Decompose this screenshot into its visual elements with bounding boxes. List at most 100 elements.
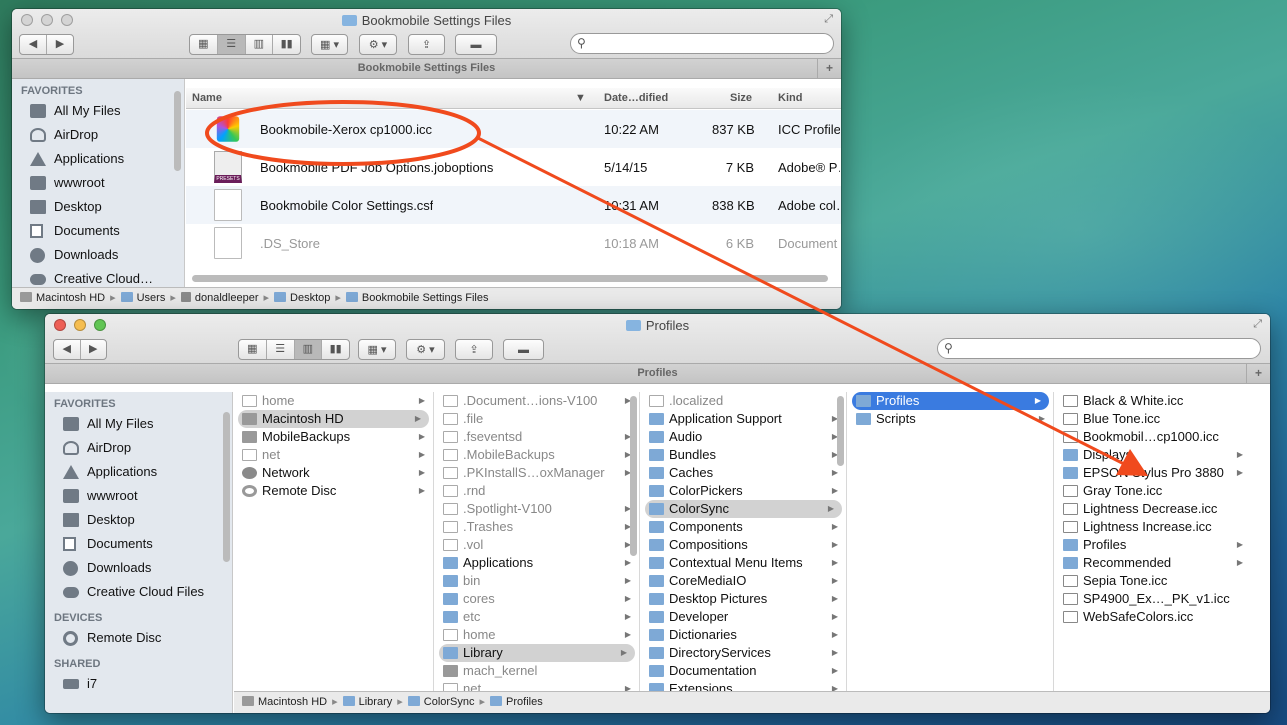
browser-item[interactable]: MobileBackups ▶ [234,428,433,446]
arrange-button[interactable]: ▦ ▾ [311,34,348,55]
coverflow-view-icon[interactable]: ▮▮ [273,35,300,54]
file-row[interactable]: PRESETS Bookmobile PDF Job Options.jobopt… [186,148,841,186]
browser-item[interactable]: CoreMediaIO ▶ [641,572,846,590]
path-segment[interactable]: donaldleeper [180,288,259,309]
new-tab-button[interactable]: + [817,59,841,78]
sidebar-item-airdrop[interactable]: AirDrop [12,123,184,147]
column-view-icon[interactable]: ▥ [246,35,274,54]
browser-item[interactable]: Library ▶ [439,644,635,662]
browser-item[interactable]: Desktop Pictures ▶ [641,590,846,608]
browser-item[interactable]: .fseventsd ▶ [435,428,639,446]
browser-item[interactable]: Macintosh HD ▶ [238,410,429,428]
browser-item[interactable]: Audio ▶ [641,428,846,446]
browser-item[interactable]: Bookmobil…cp1000.icc [1055,428,1251,446]
browser-item[interactable]: Extensions ▶ [641,680,846,691]
path-segment[interactable]: Library [342,692,392,713]
browser-item[interactable]: .Spotlight-V100 ▶ [435,500,639,518]
back-icon[interactable]: ◀ [20,35,47,54]
browser-item[interactable]: Developer ▶ [641,608,846,626]
sidebar-item-documents[interactable]: Documents [45,532,232,556]
browser-item[interactable]: home ▶ [435,626,639,644]
browser-item[interactable]: EPSON Stylus Pro 3880 ▶ [1055,464,1251,482]
browser-item[interactable]: Components ▶ [641,518,846,536]
column-header-kind[interactable]: Kind [778,92,802,104]
browser-item[interactable]: Remote Disc ▶ [234,482,433,500]
sidebar-item-wwwroot[interactable]: wwwroot [12,171,184,195]
column-header-date[interactable]: Date…dified [604,92,668,104]
sidebar-item-desktop[interactable]: Desktop [12,195,184,219]
icon-view-icon[interactable]: ▦ [190,35,218,54]
browser-item[interactable]: .localized [641,392,846,410]
sidebar-scrollbar[interactable] [174,91,181,171]
path-segment[interactable]: Macintosh HD [242,692,327,713]
action-button[interactable]: ⚙ ▾ [359,34,397,55]
forward-icon[interactable]: ▶ [81,340,107,359]
browser-item[interactable]: mach_kernel [435,662,639,680]
browser-item[interactable]: Profiles ▶ [852,392,1049,410]
browser-item[interactable]: bin ▶ [435,572,639,590]
search-input[interactable]: ⚲ [570,33,834,54]
sidebar-item-i7[interactable]: i7 [45,672,232,696]
browser-item[interactable]: .rnd [435,482,639,500]
browser-item[interactable]: Black & White.icc [1055,392,1251,410]
browser-item[interactable]: Compositions ▶ [641,536,846,554]
path-segment[interactable]: Users [120,288,165,309]
sidebar-item-downloads[interactable]: Downloads [12,243,184,267]
column-view-icon[interactable]: ▥ [294,340,323,359]
browser-item[interactable]: .vol ▶ [435,536,639,554]
fullscreen-icon[interactable]: ⤢ [1253,318,1262,331]
arrange-button[interactable]: ▦ ▾ [358,339,396,360]
browser-item[interactable]: .Document…ions-V100 ▶ [435,392,639,410]
file-row[interactable]: Bookmobile Color Settings.csf 10:31 AM 838… [186,186,841,224]
browser-item[interactable]: Applications ▶ [435,554,639,572]
sidebar-item-desktop[interactable]: Desktop [45,508,232,532]
back-icon[interactable]: ◀ [54,340,81,359]
browser-item[interactable]: .file [435,410,639,428]
browser-item[interactable]: Caches ▶ [641,464,846,482]
sort-arrow-icon[interactable]: ▼ [575,92,586,104]
browser-item[interactable]: Scripts ▶ [848,410,1053,428]
file-row[interactable]: Bookmobile-Xerox cp1000.icc 10:22 AM 837 K… [186,110,841,148]
browser-item[interactable]: ColorSync ▶ [645,500,842,518]
browser-item[interactable]: Recommended ▶ [1055,554,1251,572]
sidebar-item-downloads[interactable]: Downloads [45,556,232,580]
horizontal-scrollbar[interactable] [192,275,828,282]
forward-icon[interactable]: ▶ [47,35,73,54]
browser-item[interactable]: Lightness Decrease.icc [1055,500,1251,518]
browser-item[interactable]: .PKInstallS…oxManager ▶ [435,464,639,482]
column-scrollbar[interactable] [837,396,844,466]
tab-title[interactable]: Profiles [637,367,677,379]
action-button[interactable]: ⚙ ▾ [406,339,445,360]
browser-item[interactable]: net ▶ [435,680,639,691]
browser-item[interactable]: .MobileBackups ▶ [435,446,639,464]
coverflow-view-icon[interactable]: ▮▮ [322,340,349,359]
sidebar-item-applications[interactable]: Applications [45,460,232,484]
browser-item[interactable]: Application Support ▶ [641,410,846,428]
path-segment[interactable]: Profiles [490,692,543,713]
sidebar-scrollbar[interactable] [223,412,230,562]
browser-item[interactable]: Contextual Menu Items ▶ [641,554,846,572]
sidebar-item-airdrop[interactable]: AirDrop [45,436,232,460]
sidebar-item-wwwroot[interactable]: wwwroot [45,484,232,508]
path-segment[interactable]: ColorSync [407,692,475,713]
browser-item[interactable]: Lightness Increase.icc [1055,518,1251,536]
tags-button[interactable]: ▬ [503,339,544,360]
browser-item[interactable]: cores ▶ [435,590,639,608]
sidebar-item-all-my-files[interactable]: All My Files [12,99,184,123]
path-segment[interactable]: Macintosh HD [20,288,105,309]
browser-item[interactable]: WebSafeColors.icc [1055,608,1251,626]
tab-title[interactable]: Bookmobile Settings Files [358,62,496,74]
file-row[interactable]: .DS_Store 10:18 AM 6 KB Document [186,224,841,262]
browser-item[interactable]: Gray Tone.icc [1055,482,1251,500]
sidebar-item-applications[interactable]: Applications [12,147,184,171]
browser-item[interactable]: SP4900_Ex…_PK_v1.icc [1055,590,1251,608]
browser-item[interactable]: home ▶ [234,392,433,410]
share-button[interactable]: ⇪ [455,339,493,360]
search-input[interactable]: ⚲ [937,338,1261,359]
list-view-icon[interactable]: ☰ [217,35,246,54]
sidebar-item-documents[interactable]: Documents [12,219,184,243]
icon-view-icon[interactable]: ▦ [239,340,267,359]
path-segment[interactable]: Desktop [274,288,330,309]
share-button[interactable]: ⇪ [408,34,445,55]
new-tab-button[interactable]: + [1246,364,1270,383]
